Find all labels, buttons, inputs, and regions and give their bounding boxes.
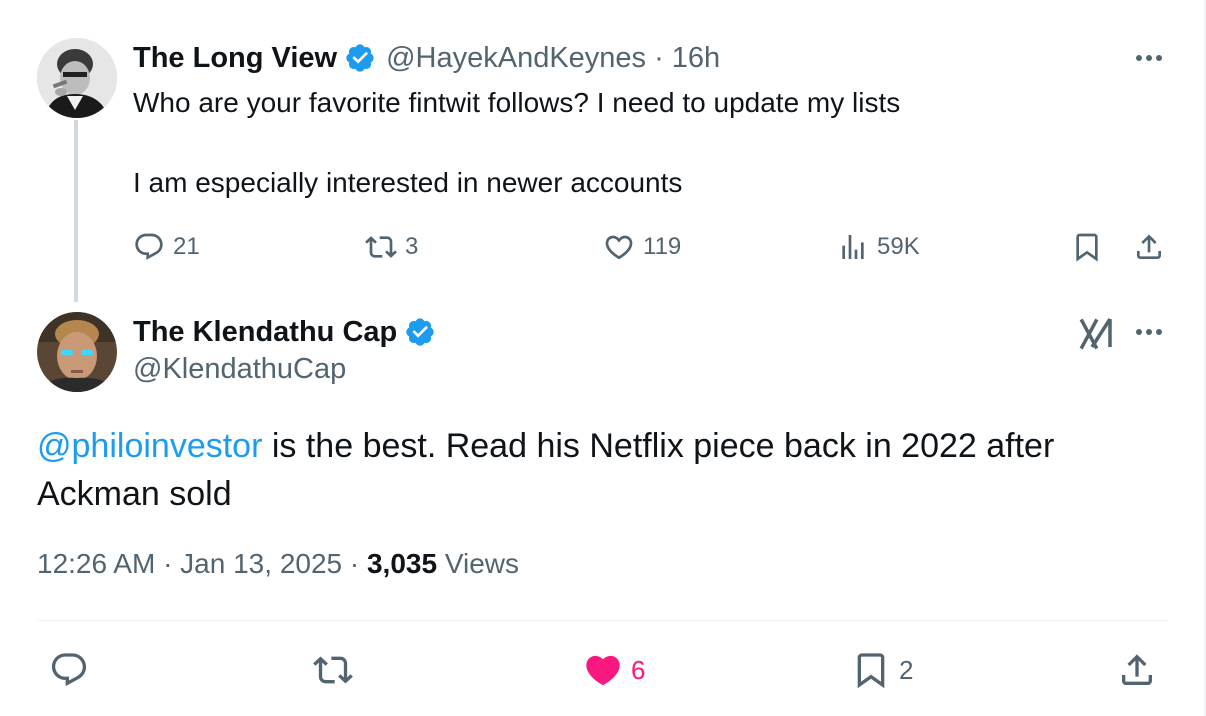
divider [37, 620, 1169, 621]
author-name[interactable]: The Long View [133, 42, 337, 75]
verified-badge-icon[interactable] [404, 316, 436, 348]
bookmark-button[interactable] [1071, 222, 1103, 272]
views-count: 3,035 [366, 548, 438, 579]
author-handle[interactable]: @HayekAndKeynes [386, 42, 646, 75]
bookmark-count: 2 [899, 654, 914, 685]
share-button[interactable] [1117, 640, 1157, 700]
tweet-time[interactable]: 16h [672, 42, 720, 75]
verified-badge-icon[interactable] [344, 42, 376, 74]
author-handle[interactable]: @KlendathuCap [133, 353, 346, 386]
repost-button[interactable]: 3 [365, 222, 418, 272]
repost-icon [365, 236, 397, 258]
reply-icon [51, 653, 87, 687]
parent-tweet-text-line1: Who are your favorite fintwit follows? I… [133, 87, 901, 118]
views-button[interactable]: 59K [837, 222, 920, 272]
bookmark-icon [1076, 233, 1098, 262]
views-count: 59K [877, 233, 920, 260]
views-label: Views [437, 548, 520, 579]
share-icon [1137, 234, 1161, 259]
thread-connector-line [74, 120, 78, 302]
repost-icon [313, 656, 353, 684]
more-icon[interactable] [1129, 322, 1169, 342]
like-count: 6 [631, 654, 646, 685]
tweet-thread: The Long View @HayekAndKeynes · 16h Who … [0, 0, 1206, 716]
reply-button[interactable]: 21 [133, 222, 200, 272]
parent-tweet-text-line2: I am especially interested in newer acco… [133, 167, 683, 198]
reply-action-bar: 6 2 [37, 640, 1169, 700]
like-button[interactable]: 119 [603, 222, 681, 272]
like-count: 119 [643, 233, 682, 260]
share-icon [1122, 654, 1152, 685]
views-icon [842, 235, 864, 259]
parent-tweet-header: The Long View @HayekAndKeynes · 16h [133, 40, 720, 76]
like-icon [605, 235, 633, 260]
reply-count: 21 [173, 233, 200, 260]
more-icon[interactable] [1129, 48, 1169, 68]
mention-link[interactable]: @philoinvestor [37, 427, 262, 465]
timestamp[interactable]: 12:26 AM · Jan 13, 2025 · [37, 548, 367, 580]
reply-tweet-header: The Klendathu Cap [133, 312, 436, 352]
tweet-meta: 12:26 AM · Jan 13, 2025 · 3,035 Views [37, 548, 519, 580]
bookmark-button[interactable]: 2 [851, 640, 913, 700]
share-button[interactable] [1133, 222, 1165, 272]
like-button[interactable]: 6 [583, 640, 645, 700]
bookmark-icon [857, 653, 885, 689]
repost-button[interactable] [313, 640, 353, 700]
avatar-the-long-view[interactable] [37, 38, 117, 118]
separator-dot: · [654, 41, 664, 74]
parent-action-bar: 21 3 119 59K [133, 222, 1169, 272]
like-icon [586, 655, 620, 686]
avatar-the-klendathu-cap[interactable] [37, 312, 117, 392]
reply-button[interactable] [49, 640, 89, 700]
repost-count: 3 [405, 233, 419, 260]
reply-tweet-text: @philoinvestor is the best. Read his Net… [37, 422, 1157, 518]
reply-icon [135, 233, 163, 260]
author-name[interactable]: The Klendathu Cap [133, 316, 397, 349]
grok-icon[interactable] [1078, 315, 1118, 351]
